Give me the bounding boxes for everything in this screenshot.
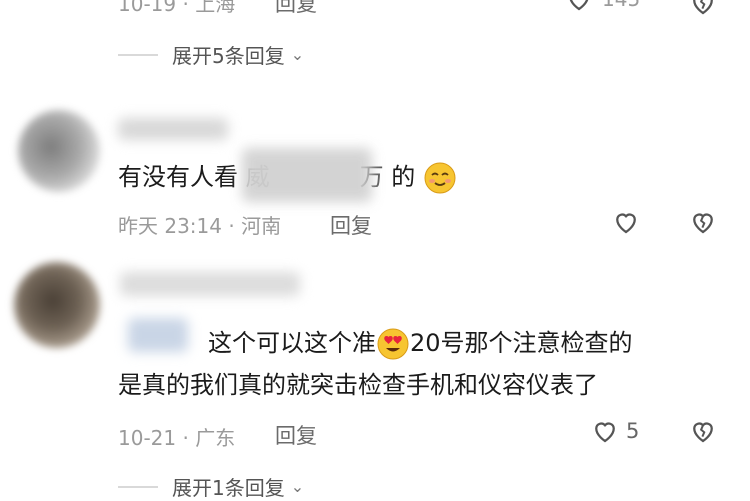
top-comment-meta: 10-19 · 上海 xyxy=(118,0,235,17)
divider-line xyxy=(118,53,158,56)
expand-replies-label: 展开1条回复 xyxy=(172,476,285,500)
dislike-button[interactable] xyxy=(686,205,720,239)
comment-text: 这个可以这个准 20号那个注意检查的 是真的我们真的就突击检查手机和仪容仪表了 xyxy=(118,328,633,399)
like-button[interactable]: 5 xyxy=(590,416,639,446)
comment-date: 昨天 23:14 xyxy=(118,214,222,238)
broken-heart-icon xyxy=(693,422,713,443)
top-comment-date: 10-19 xyxy=(118,0,177,16)
heart-icon xyxy=(595,422,615,443)
broken-heart-icon xyxy=(693,213,713,234)
smiling-face-emoji xyxy=(424,162,456,194)
top-comment-like-button[interactable]: 145 xyxy=(564,0,640,14)
avatar[interactable] xyxy=(18,110,100,192)
comment-location: 广东 xyxy=(195,426,236,450)
comment-meta: 10-21 · 广东 xyxy=(118,426,236,450)
top-comment-dislike-button[interactable] xyxy=(686,0,720,20)
comment-text: 有没有人看 威万 的 xyxy=(118,148,538,202)
divider-line xyxy=(118,485,158,488)
chevron-down-icon: ⌄ xyxy=(290,477,305,496)
comment-meta: 昨天 23:14 · 河南 xyxy=(118,214,282,238)
expand-replies-button[interactable]: 展开5条回复 ⌄ xyxy=(118,40,304,69)
like-button[interactable] xyxy=(609,205,643,239)
heart-eyes-emoji xyxy=(377,328,409,360)
expand-replies-label: 展开5条回复 xyxy=(172,44,285,68)
reply-button[interactable]: 回复 xyxy=(330,210,372,240)
broken-heart-icon xyxy=(693,0,713,15)
redacted-text: 威万 xyxy=(241,148,384,202)
top-comment-location: 上海 xyxy=(195,0,236,16)
top-comment-reply-button[interactable]: 回复 xyxy=(275,0,317,18)
username-redacted[interactable] xyxy=(120,272,300,296)
comment-location: 河南 xyxy=(241,214,282,238)
reply-button[interactable]: 回复 xyxy=(275,420,317,450)
top-comment-like-count: 145 xyxy=(602,0,640,11)
expand-replies-button[interactable]: 展开1条回复 ⌄ xyxy=(118,472,304,501)
chevron-down-icon: ⌄ xyxy=(290,45,305,64)
avatar[interactable] xyxy=(14,262,100,348)
like-count: 5 xyxy=(626,419,640,443)
heart-icon xyxy=(616,213,636,234)
username-redacted[interactable] xyxy=(118,118,228,140)
dislike-button[interactable] xyxy=(686,414,720,448)
heart-icon xyxy=(569,0,589,11)
comment-date: 10-21 xyxy=(118,426,177,450)
